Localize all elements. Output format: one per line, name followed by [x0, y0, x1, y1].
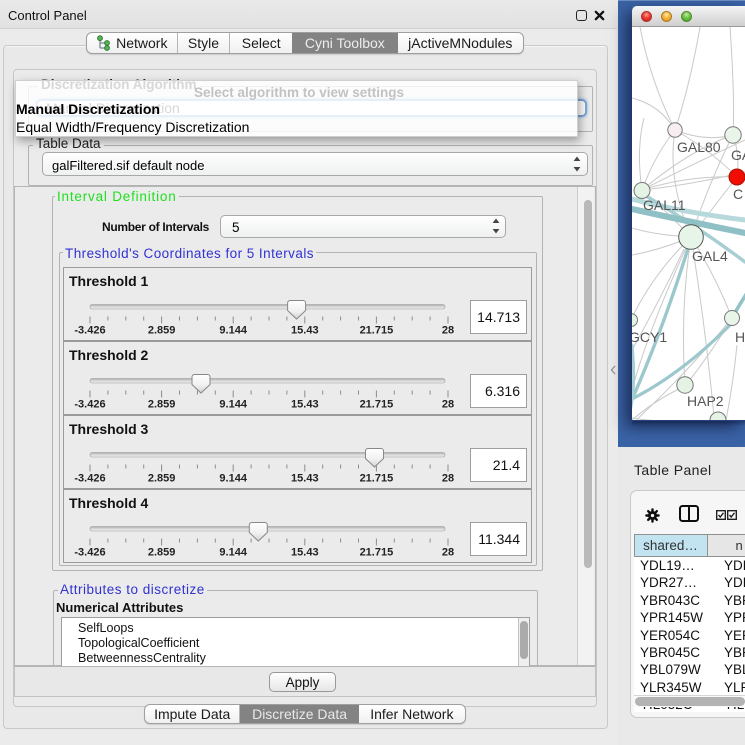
- svg-text:21.715: 21.715: [360, 547, 394, 559]
- svg-text:9.144: 9.144: [219, 473, 247, 485]
- svg-text:28: 28: [442, 399, 454, 411]
- svg-text:9.144: 9.144: [219, 547, 247, 559]
- svg-text:GAL80: GAL80: [677, 139, 721, 155]
- svg-text:21.715: 21.715: [360, 325, 394, 337]
- svg-text:2.859: 2.859: [148, 325, 176, 337]
- svg-text:2.859: 2.859: [148, 547, 176, 559]
- svg-text:2.859: 2.859: [148, 473, 176, 485]
- svg-text:15.43: 15.43: [291, 547, 319, 559]
- svg-text:9.144: 9.144: [219, 399, 247, 411]
- svg-text:GA: GA: [731, 147, 745, 163]
- svg-text:15.43: 15.43: [291, 399, 319, 411]
- svg-text:GAL4: GAL4: [692, 248, 728, 264]
- svg-text:15.43: 15.43: [291, 325, 319, 337]
- svg-text:-3.426: -3.426: [74, 547, 105, 559]
- svg-text:-3.426: -3.426: [74, 399, 105, 411]
- svg-text:9.144: 9.144: [219, 325, 247, 337]
- svg-text:-3.426: -3.426: [74, 325, 105, 337]
- svg-text:H: H: [735, 329, 745, 345]
- svg-text:15.43: 15.43: [291, 473, 319, 485]
- svg-text:HAP2: HAP2: [687, 393, 724, 409]
- svg-text:GAL11: GAL11: [643, 197, 686, 213]
- svg-text:21.715: 21.715: [360, 473, 394, 485]
- svg-text:28: 28: [442, 547, 454, 559]
- svg-text:21.715: 21.715: [360, 399, 394, 411]
- svg-text:28: 28: [442, 473, 454, 485]
- svg-text:GCY1: GCY1: [632, 329, 667, 345]
- svg-text:C: C: [733, 186, 743, 202]
- svg-text:28: 28: [442, 325, 454, 337]
- svg-text:-3.426: -3.426: [74, 473, 105, 485]
- svg-text:2.859: 2.859: [148, 399, 176, 411]
